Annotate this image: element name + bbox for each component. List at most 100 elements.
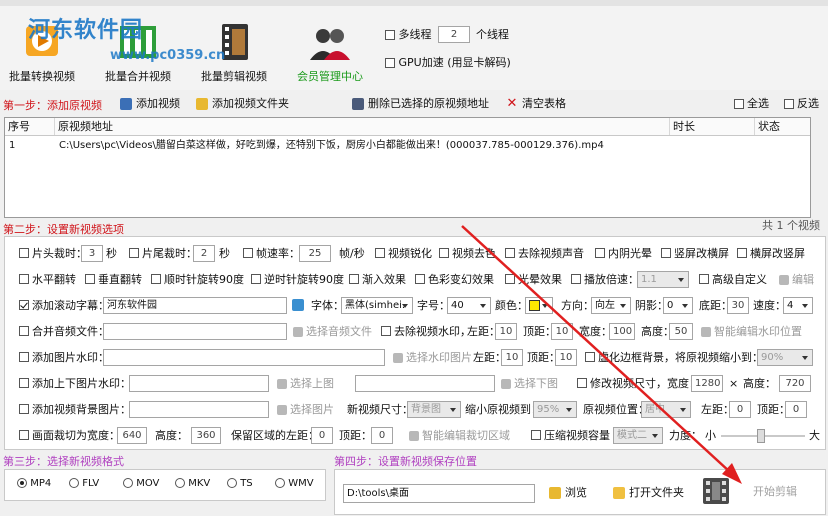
caption-text-input[interactable]: 河东软件园 (103, 297, 287, 314)
format-ts[interactable]: TS (227, 478, 253, 490)
crop-option[interactable]: 画面裁切为宽度： (19, 427, 120, 444)
crop-height-input[interactable]: 360 (191, 427, 221, 444)
col-status[interactable]: 状态 (755, 118, 810, 135)
p2l-option[interactable]: 竖屏改横屏 (661, 245, 729, 262)
rotate-ccw-checkbox[interactable] (251, 274, 261, 284)
format-mkv[interactable]: MKV (175, 478, 210, 490)
rotate-cw-option[interactable]: 顺时针旋转90度 (151, 271, 244, 288)
top-bottom-wm-checkbox[interactable] (19, 378, 29, 388)
img-left-input[interactable]: 10 (501, 349, 523, 366)
member-center-button[interactable]: 会员管理中心 (292, 20, 368, 84)
col-duration[interactable]: 时长 (670, 118, 755, 135)
multithread-checkbox[interactable] (385, 30, 395, 40)
edit-button[interactable]: 编辑 (779, 271, 814, 288)
clear-table-button[interactable]: ✕ 清空表格 (506, 96, 566, 112)
shrink-select[interactable]: 95% (533, 401, 577, 418)
image-wm-checkbox[interactable] (19, 352, 29, 362)
col-path[interactable]: 原视频地址 (55, 118, 670, 135)
strength-slider-handle[interactable] (757, 429, 765, 443)
light-effect-checkbox[interactable] (505, 274, 515, 284)
sharpen-option[interactable]: 视频锐化 (375, 245, 432, 262)
bottom-image-input[interactable] (355, 375, 495, 392)
add-video-button[interactable]: 添加视频 (120, 96, 180, 112)
resize-option[interactable]: 修改视频尺寸，宽度： (577, 375, 700, 392)
choose-audio-button[interactable]: 选择音频文件 (293, 323, 372, 340)
format-mkv-radio[interactable] (175, 478, 185, 488)
merge-audio-checkbox[interactable] (19, 326, 29, 336)
fps-checkbox[interactable] (243, 248, 253, 258)
crop-checkbox[interactable] (19, 430, 29, 440)
format-flv[interactable]: FLV (69, 478, 99, 490)
light-effect-option[interactable]: 光晕效果 (505, 271, 562, 288)
fade-in-option[interactable]: 渐入效果 (349, 271, 406, 288)
format-wmv-radio[interactable] (275, 478, 285, 488)
blur-border-checkbox[interactable] (585, 352, 595, 362)
new-size-select[interactable]: 背景图 (407, 401, 461, 418)
speed2-select[interactable]: 4 (783, 297, 813, 314)
wm-left-input[interactable]: 10 (495, 323, 517, 340)
speed-checkbox[interactable] (571, 274, 581, 284)
bg-left-input[interactable]: 0 (729, 401, 751, 418)
format-mp4[interactable]: MP4 (17, 478, 51, 490)
crop-width-input[interactable]: 640 (117, 427, 147, 444)
color-select[interactable] (525, 297, 553, 314)
speed-select[interactable]: 1.1 (637, 271, 689, 288)
tail-trim-checkbox[interactable] (129, 248, 139, 258)
img-top-input[interactable]: 10 (555, 349, 577, 366)
smart-crop-button[interactable]: 智能编辑裁切区域 (409, 427, 510, 444)
choose-top-button[interactable]: 选择上图 (277, 375, 334, 392)
remove-audio-option[interactable]: 去除视频声音 (505, 245, 584, 262)
tail-trim-option[interactable]: 片尾裁时： (129, 245, 197, 262)
inner-glow-checkbox[interactable] (595, 248, 605, 258)
fade-in-checkbox[interactable] (349, 274, 359, 284)
choose-wm-image-button[interactable]: 选择水印图片 (393, 349, 472, 366)
format-mp4-radio[interactable] (17, 478, 27, 488)
resize-checkbox[interactable] (577, 378, 587, 388)
gpu-checkbox[interactable] (385, 58, 395, 68)
gpu-option[interactable]: GPU加速 (用显卡解码) (385, 54, 511, 71)
head-trim-checkbox[interactable] (19, 248, 29, 258)
l2p-checkbox[interactable] (737, 248, 747, 258)
orig-pos-select[interactable]: 居中 (641, 401, 691, 418)
head-trim-input[interactable]: 3 (81, 245, 103, 262)
top-bottom-wm-option[interactable]: 添加上下图片水印： (19, 375, 131, 392)
add-folder-button[interactable]: 添加视频文件夹 (196, 96, 289, 112)
format-flv-radio[interactable] (69, 478, 79, 488)
rotate-cw-checkbox[interactable] (151, 274, 161, 284)
bg-image-option[interactable]: 添加视频背景图片： (19, 401, 131, 418)
top-image-input[interactable] (129, 375, 269, 392)
inner-glow-option[interactable]: 内阴光晕 (595, 245, 652, 262)
blur-select[interactable]: 90% (757, 349, 813, 366)
invert-button[interactable]: 反选 (784, 96, 819, 112)
resize-width-input[interactable]: 1280 (691, 375, 723, 392)
sharpen-checkbox[interactable] (375, 248, 385, 258)
decolor-option[interactable]: 视频去色 (439, 245, 496, 262)
remove-watermark-checkbox[interactable] (381, 326, 391, 336)
keep-left-input[interactable]: 0 (311, 427, 333, 444)
caption-file-icon[interactable] (292, 299, 304, 311)
format-mov-radio[interactable] (123, 478, 133, 488)
remove-watermark-option[interactable]: 去除视频水印， (381, 323, 471, 340)
select-all-button[interactable]: 全选 (734, 96, 769, 112)
format-wmv[interactable]: WMV (275, 478, 314, 490)
audio-path-input[interactable] (103, 323, 287, 340)
fps-input[interactable]: 25 (299, 245, 331, 262)
color-change-checkbox[interactable] (415, 274, 425, 284)
resize-height-input[interactable]: 720 (779, 375, 811, 392)
image-wm-path-input[interactable] (103, 349, 385, 366)
select-all-checkbox[interactable] (734, 99, 744, 109)
delete-selected-button[interactable]: 删除已选择的原视频地址 (352, 96, 489, 112)
browse-button[interactable]: 浏览 (549, 485, 587, 501)
p2l-checkbox[interactable] (661, 248, 671, 258)
compress-checkbox[interactable] (531, 430, 541, 440)
start-button[interactable]: 开始剪辑 (753, 483, 797, 500)
wm-width-input[interactable]: 100 (609, 323, 635, 340)
bg-image-checkbox[interactable] (19, 404, 29, 414)
font-size-select[interactable]: 40 (447, 297, 491, 314)
wm-top-input[interactable]: 10 (551, 323, 573, 340)
thread-count-input[interactable]: 2 (438, 26, 470, 43)
multithread-option[interactable]: 多线程 (385, 26, 432, 43)
vflip-checkbox[interactable] (85, 274, 95, 284)
advanced-custom-option[interactable]: 高级自定义 (699, 271, 767, 288)
choose-image-button[interactable]: 选择图片 (277, 401, 334, 418)
